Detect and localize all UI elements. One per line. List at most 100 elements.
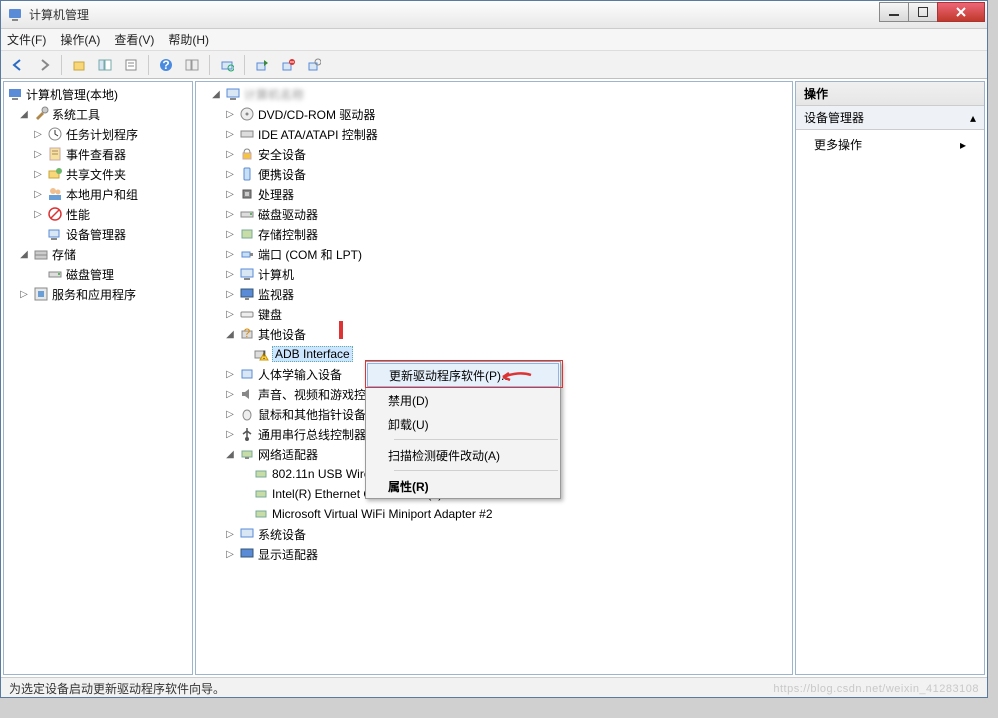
expand-icon[interactable]: ▷	[32, 169, 44, 180]
dev-label: 通用串行总线控制器	[258, 426, 372, 443]
actions-subheader[interactable]: 设备管理器 ▴	[796, 106, 984, 130]
dev-net3[interactable]: Microsoft Virtual WiFi Miniport Adapter …	[196, 504, 792, 524]
ctx-label: 卸载(U)	[388, 416, 429, 433]
properties-button[interactable]	[120, 54, 142, 76]
dev-storage-ctrl[interactable]: ▷存储控制器	[196, 224, 792, 244]
expand-icon[interactable]: ▷	[224, 249, 236, 260]
tree-device-manager[interactable]: 设备管理器	[4, 224, 192, 244]
display-icon	[239, 546, 255, 562]
dev-portable[interactable]: ▷便携设备	[196, 164, 792, 184]
expand-icon[interactable]: ▷	[224, 389, 236, 400]
tree-task-scheduler[interactable]: ▷任务计划程序	[4, 124, 192, 144]
tree-disk-mgmt[interactable]: 磁盘管理	[4, 264, 192, 284]
titlebar[interactable]: 计算机管理	[1, 1, 987, 29]
expand-icon[interactable]: ▷	[224, 189, 236, 200]
tree-system-tools[interactable]: ◢系统工具	[4, 104, 192, 124]
expand-icon[interactable]: ▷	[224, 409, 236, 420]
ctx-scan[interactable]: 扫描检测硬件改动(A)	[366, 443, 560, 467]
expand-icon[interactable]: ▷	[224, 429, 236, 440]
maximize-button[interactable]	[908, 2, 938, 22]
status-text: 为选定设备启动更新驱动程序软件向导。	[9, 682, 225, 696]
tree-root[interactable]: 计算机管理(本地)	[4, 84, 192, 104]
dev-display[interactable]: ▷显示适配器	[196, 544, 792, 564]
dev-dvd[interactable]: ▷DVD/CD-ROM 驱动器	[196, 104, 792, 124]
annotation-mark	[339, 321, 343, 339]
dev-keyboard[interactable]: ▷键盘	[196, 304, 792, 324]
dev-root[interactable]: ◢计算机名称	[196, 84, 792, 104]
expand-icon[interactable]: ▷	[224, 109, 236, 120]
collapse-icon[interactable]: ◢	[18, 109, 30, 120]
dev-ports[interactable]: ▷端口 (COM 和 LPT)	[196, 244, 792, 264]
expand-icon[interactable]: ▷	[224, 209, 236, 220]
expand-icon[interactable]: ▷	[224, 269, 236, 280]
minimize-button[interactable]	[879, 2, 909, 22]
expand-icon[interactable]: ▷	[224, 529, 236, 540]
back-button[interactable]	[7, 54, 29, 76]
collapse-icon[interactable]: ◢	[18, 249, 30, 260]
expand-icon[interactable]: ▷	[224, 549, 236, 560]
ctx-update-driver[interactable]: 更新驱动程序软件(P)...	[367, 363, 559, 387]
collapse-icon[interactable]: ◢	[224, 329, 236, 340]
expand-icon[interactable]: ▷	[224, 229, 236, 240]
tree-services-apps[interactable]: ▷服务和应用程序	[4, 284, 192, 304]
computer-icon	[225, 86, 241, 102]
more-actions[interactable]: 更多操作 ▸	[796, 130, 984, 159]
dev-disk-drives[interactable]: ▷磁盘驱动器	[196, 204, 792, 224]
network-icon	[239, 446, 255, 462]
dev-monitor[interactable]: ▷监视器	[196, 284, 792, 304]
tree-storage[interactable]: ◢存储	[4, 244, 192, 264]
up-button[interactable]	[68, 54, 90, 76]
update-driver-button[interactable]	[251, 54, 273, 76]
tree-performance[interactable]: ▷性能	[4, 204, 192, 224]
disable-button[interactable]	[303, 54, 325, 76]
forward-button[interactable]	[33, 54, 55, 76]
menu-action[interactable]: 操作(A)	[60, 31, 100, 48]
ctx-properties[interactable]: 属性(R)	[366, 474, 560, 498]
expand-icon[interactable]: ▷	[18, 289, 30, 300]
show-hide-tree-button[interactable]	[94, 54, 116, 76]
dev-system[interactable]: ▷ 系统设备	[196, 524, 792, 544]
dev-security[interactable]: ▷安全设备	[196, 144, 792, 164]
services-icon	[33, 286, 49, 302]
actions-sub-label: 设备管理器	[804, 109, 864, 126]
left-panel[interactable]: 计算机管理(本地) ◢系统工具 ▷任务计划程序 ▷ 事件查看器 ▷ 共享文件夹 ▷本…	[3, 81, 193, 675]
expand-icon[interactable]: ▷	[224, 129, 236, 140]
scan-hardware-button[interactable]	[216, 54, 238, 76]
menu-help[interactable]: 帮助(H)	[168, 31, 209, 48]
collapse-icon[interactable]: ◢	[210, 89, 222, 100]
tree-label: 事件查看器	[66, 146, 132, 163]
dev-other[interactable]: ◢?其他设备	[196, 324, 792, 344]
right-panel: 操作 设备管理器 ▴ 更多操作 ▸	[795, 81, 985, 675]
help-button[interactable]: ?	[155, 54, 177, 76]
tree-label: 共享文件夹	[66, 166, 132, 183]
speaker-icon	[239, 386, 255, 402]
tree-local-users[interactable]: ▷本地用户和组	[4, 184, 192, 204]
menu-view[interactable]: 查看(V)	[114, 31, 154, 48]
dev-ide[interactable]: ▷IDE ATA/ATAPI 控制器	[196, 124, 792, 144]
ctx-uninstall[interactable]: 卸载(U)	[366, 412, 560, 436]
tree-event-viewer[interactable]: ▷ 事件查看器	[4, 144, 192, 164]
tree-shared-folders[interactable]: ▷ 共享文件夹	[4, 164, 192, 184]
expand-icon[interactable]: ▷	[224, 369, 236, 380]
expand-icon[interactable]: ▷	[32, 189, 44, 200]
expand-icon[interactable]: ▷	[32, 149, 44, 160]
expand-icon[interactable]: ▷	[32, 129, 44, 140]
submenu-arrow-icon: ▸	[960, 138, 966, 152]
dev-label: 系统设备	[258, 526, 312, 543]
dev-cpu[interactable]: ▷处理器	[196, 184, 792, 204]
expand-icon[interactable]: ▷	[224, 289, 236, 300]
expand-icon[interactable]: ▷	[32, 209, 44, 220]
dev-label: Microsoft Virtual WiFi Miniport Adapter …	[272, 507, 499, 521]
ctx-disable[interactable]: 禁用(D)	[366, 388, 560, 412]
collapse-icon[interactable]: ◢	[224, 449, 236, 460]
expand-icon[interactable]: ▷	[224, 149, 236, 160]
expand-icon[interactable]: ▷	[224, 309, 236, 320]
close-button[interactable]	[937, 2, 985, 22]
uninstall-button[interactable]	[277, 54, 299, 76]
action-button[interactable]	[181, 54, 203, 76]
storage-icon	[33, 246, 49, 262]
expand-icon[interactable]: ▷	[224, 169, 236, 180]
dev-computer[interactable]: ▷计算机	[196, 264, 792, 284]
actions-header: 操作	[796, 82, 984, 106]
menu-file[interactable]: 文件(F)	[7, 31, 46, 48]
